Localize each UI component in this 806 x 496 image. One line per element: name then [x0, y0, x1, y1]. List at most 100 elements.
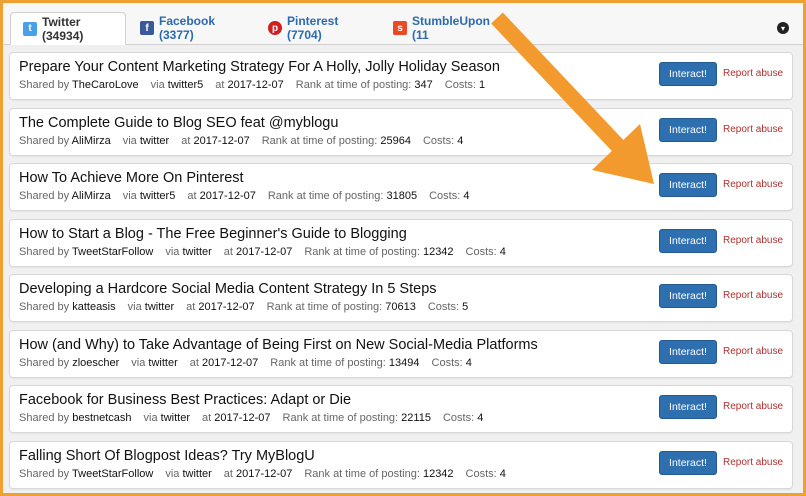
post-date: 2017-12-07 [227, 79, 284, 91]
post-title[interactable]: How To Achieve More On Pinterest [19, 170, 244, 186]
report-abuse-link[interactable]: Report abuse [723, 124, 783, 135]
report-abuse-link[interactable]: Report abuse [723, 401, 783, 412]
rank-label: Rank at time of posting: [282, 412, 399, 424]
cost-value: 4 [463, 190, 470, 202]
via-label: via [122, 190, 137, 202]
rank-label: Rank at time of posting: [270, 356, 386, 369]
at-label: at [187, 190, 197, 202]
tab-label: Twitter (34934) [42, 14, 84, 43]
shared-by-label: Shared by [19, 134, 70, 147]
interact-button[interactable]: Interact! [659, 339, 717, 364]
post-meta: Shared by katteasis via twitter at 2017-12… [19, 301, 468, 313]
tab-stumbleupon[interactable]: s StumbleUpon (11 [381, 12, 511, 44]
author: AliMirza [71, 134, 111, 147]
via-account: twitter [148, 356, 178, 369]
post-title[interactable]: Prepare Your Content Marketing Strategy … [19, 59, 500, 75]
post-meta: Shared by zloescher via twitter at 2017-12… [19, 357, 472, 369]
tab-pinterest[interactable]: p Pinterest (7704) [256, 12, 382, 44]
interact-button[interactable]: Interact! [659, 62, 717, 86]
shared-by-label: Shared by [19, 412, 70, 424]
shared-by-label: Shared by [19, 79, 70, 91]
tab-twitter[interactable]: t Twitter (34934) [10, 12, 126, 45]
cost-value: 4 [499, 467, 506, 480]
list-item: How to Start a Blog - The Free Beginner'… [9, 218, 793, 267]
rank-value: 31805 [386, 190, 418, 202]
costs-label: Costs: [465, 467, 497, 480]
post-title[interactable]: Falling Short Of Blogpost Ideas? Try MyB… [19, 448, 315, 464]
post-title[interactable]: The Complete Guide to Blog SEO feat @myb… [19, 115, 338, 131]
report-abuse-link[interactable]: Report abuse [723, 235, 783, 246]
post-title[interactable]: Facebook for Business Best Practices: Ad… [19, 392, 351, 408]
costs-label: Costs: [442, 412, 475, 424]
cost-value: 4 [457, 134, 464, 147]
author: TweetStarFollow [72, 467, 154, 480]
via-account: twitter5 [167, 79, 204, 91]
via-account: twitter [182, 467, 212, 480]
list-item: Falling Short Of Blogpost Ideas? Try MyB… [9, 440, 793, 489]
interact-button[interactable]: Interact! [659, 228, 717, 253]
stumbleupon-icon: s [393, 21, 407, 35]
report-abuse-link[interactable]: Report abuse [723, 290, 783, 301]
report-abuse-link[interactable]: Report abuse [723, 346, 783, 357]
at-label: at [215, 79, 225, 91]
costs-label: Costs: [427, 301, 460, 313]
author: TheCaroLove [72, 79, 139, 91]
at-label: at [186, 301, 196, 313]
interact-button[interactable]: Interact! [659, 117, 717, 142]
via-label: via [127, 301, 142, 313]
rank-value: 13494 [388, 356, 420, 369]
post-date: 2017-12-07 [202, 356, 259, 369]
rank-value: 12342 [422, 467, 454, 480]
interact-button[interactable]: Interact! [659, 284, 717, 308]
rank-label: Rank at time of posting: [295, 79, 412, 91]
author: AliMirza [71, 190, 111, 202]
tab-label: Facebook (3377) [159, 14, 216, 42]
author: TweetStarFollow [72, 245, 154, 258]
list-item: The Complete Guide to Blog SEO feat @myb… [9, 107, 793, 156]
post-meta: Shared by TheCaroLove via twitter5 at 2017… [19, 79, 485, 91]
at-label: at [189, 356, 199, 369]
author: bestnetcash [72, 412, 132, 424]
interact-button[interactable]: Interact! [659, 395, 717, 419]
cost-value: 4 [477, 412, 484, 424]
post-title[interactable]: How to Start a Blog - The Free Beginner'… [19, 226, 407, 242]
post-date: 2017-12-07 [214, 412, 271, 424]
costs-label: Costs: [431, 356, 463, 369]
via-account: twitter [182, 245, 212, 258]
post-list: Prepare Your Content Marketing Strategy … [9, 52, 793, 496]
shared-by-label: Shared by [19, 301, 70, 313]
costs-label: Costs: [444, 79, 476, 91]
facebook-icon: f [140, 21, 154, 35]
cost-value: 4 [465, 356, 472, 369]
costs-label: Costs: [429, 190, 461, 202]
post-date: 2017-12-07 [236, 245, 293, 258]
tab-facebook[interactable]: f Facebook (3377) [128, 12, 255, 44]
via-account: twitter [160, 412, 191, 424]
list-item: Developing a Hardcore Social Media Conte… [9, 274, 793, 322]
interact-button[interactable]: Interact! [659, 450, 717, 475]
report-abuse-link[interactable]: Report abuse [723, 457, 783, 468]
post-date: 2017-12-07 [199, 190, 256, 202]
post-title[interactable]: Developing a Hardcore Social Media Conte… [19, 281, 437, 297]
rank-value: 347 [414, 79, 433, 91]
post-title[interactable]: How (and Why) to Take Advantage of Being… [19, 337, 538, 353]
post-date: 2017-12-07 [236, 467, 293, 480]
shared-by-label: Shared by [19, 245, 70, 258]
chevron-down-icon[interactable]: ▾ [777, 22, 789, 34]
list-item: Facebook for Business Best Practices: Ad… [9, 385, 793, 433]
interact-button[interactable]: Interact! [659, 173, 717, 197]
author: zloescher [72, 356, 120, 369]
via-label: via [165, 245, 180, 258]
list-item: How (and Why) to Take Advantage of Being… [9, 329, 793, 378]
report-abuse-link[interactable]: Report abuse [723, 179, 783, 190]
rank-value: 25964 [380, 134, 411, 147]
tab-label: Pinterest (7704) [287, 14, 339, 42]
report-abuse-link[interactable]: Report abuse [723, 68, 783, 79]
pinterest-icon: p [268, 21, 282, 35]
via-account: twitter [139, 134, 170, 147]
rank-value: 22115 [401, 412, 431, 424]
via-label: via [150, 79, 165, 91]
at-label: at [223, 467, 233, 480]
shared-by-label: Shared by [19, 356, 70, 369]
at-label: at [223, 245, 233, 258]
